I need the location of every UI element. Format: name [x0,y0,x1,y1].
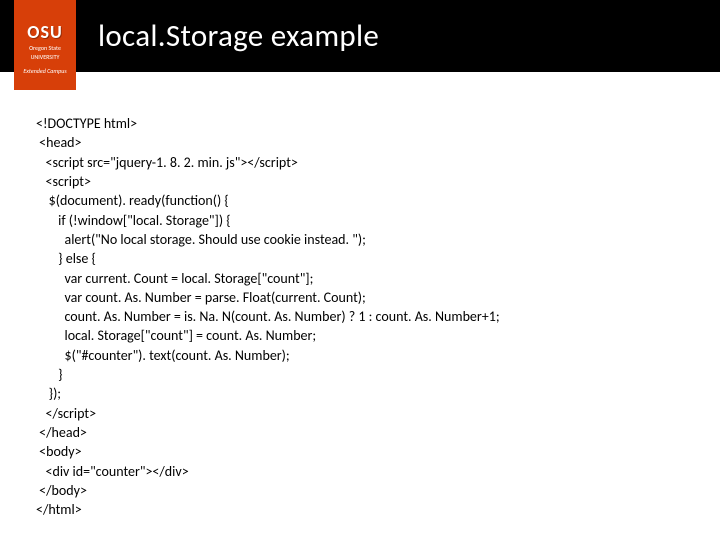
code-line: } else { [36,250,96,267]
header-bar: OSU Oregon State UNIVERSITY Extended Cam… [0,0,720,72]
logo-main: OSU [27,21,62,43]
code-line: var count. As. Number = parse. Float(cur… [36,289,366,306]
code-line: var current. Count = local. Storage["cou… [36,270,313,287]
code-block: <!DOCTYPE html> <head> <script src="jque… [36,114,684,520]
logo-sub1: Oregon State [29,45,61,52]
osu-logo: OSU Oregon State UNIVERSITY Extended Cam… [14,0,76,90]
code-line: </script> [36,405,96,422]
code-line: local. Storage["count"] = count. As. Num… [36,327,316,344]
code-line: </head> [36,424,87,441]
code-line: </body> [36,482,87,499]
code-line: <body> [36,443,82,460]
code-line: <script src="jquery-1. 8. 2. min. js"></… [36,154,298,171]
logo-ext: Extended Campus [23,67,66,75]
code-line: alert("No local storage. Should use cook… [36,231,366,248]
content-area: <!DOCTYPE html> <head> <script src="jque… [0,72,720,520]
code-line: <head> [36,134,82,151]
code-line: </html> [36,501,82,518]
code-line: if (!window["local. Storage"]) { [36,212,231,229]
code-line: <script> [36,173,91,190]
slide-title: local.Storage example [98,17,379,55]
code-line: <div id="counter"></div> [36,463,189,480]
code-line: <!DOCTYPE html> [36,115,137,132]
logo-sub2: UNIVERSITY [31,54,60,61]
code-line: $(document). ready(function() { [36,192,229,209]
code-line: count. As. Number = is. Na. N(count. As.… [36,308,500,325]
code-line: }); [36,385,61,402]
code-line: $("#counter"). text(count. As. Number); [36,347,290,364]
code-line: } [36,366,63,383]
